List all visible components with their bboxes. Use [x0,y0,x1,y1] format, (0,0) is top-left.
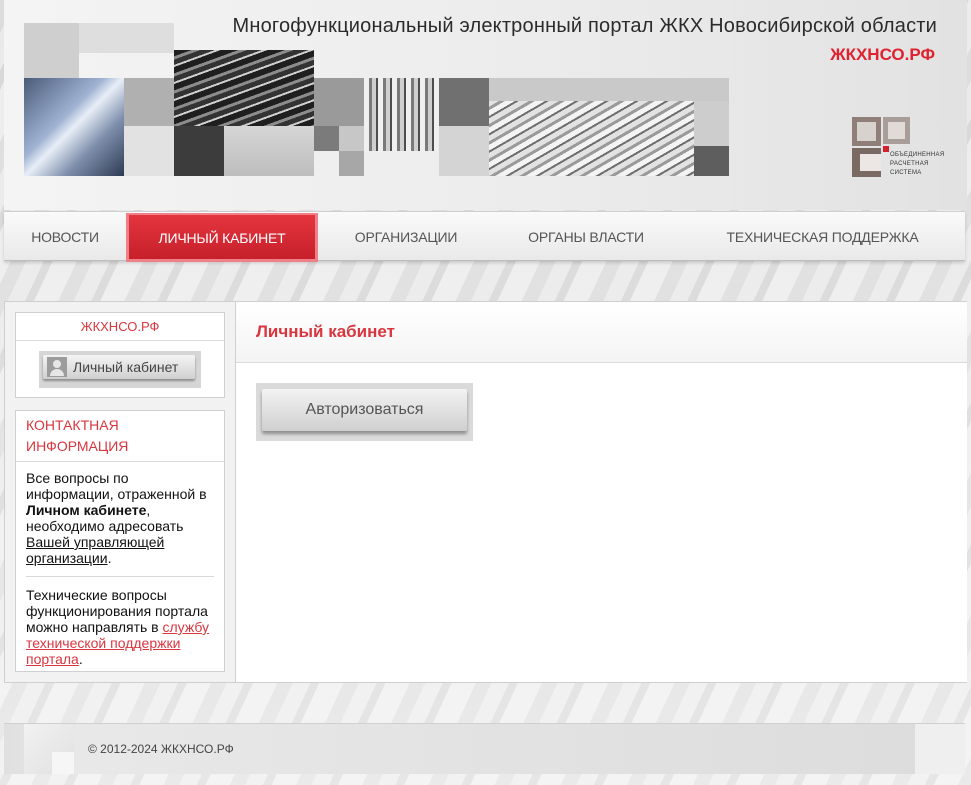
cabinet-panel-title: ЖКХНСО.РФ [16,313,224,341]
logo-line-3: СИСТЕМА [890,170,922,176]
main-nav: Новости Личный кабинет Организации Орган… [4,211,965,262]
contact-paragraph-2: Технические вопросы функционирования пор… [26,587,210,667]
main-container: ЖКХНСО.РФ Личный кабинет Контактная инфо… [4,301,967,683]
site-brand-link[interactable]: ЖКХНСО.РФ [830,45,935,65]
management-company-link[interactable]: Вашей управляющей организации [26,534,164,566]
contact-paragraph-1: Все вопросы по информации, отраженной в … [26,470,207,566]
authorize-button[interactable]: Авторизоваться [262,389,467,431]
nav-item-authorities[interactable]: Органы власти [492,212,680,260]
nav-item-news[interactable]: Новости [4,212,126,260]
copyright: © 2012-2024 ЖКХНСО.РФ [88,742,234,756]
cabinet-panel: ЖКХНСО.РФ Личный кабинет [15,312,225,398]
header-banner-image [24,23,729,176]
divider [26,576,214,577]
user-icon [47,357,67,377]
ors-logo[interactable]: ОБЪЕДИНЕННАЯ РАСЧЕТНАЯ СИСТЕМА [852,117,944,177]
content-area: Личный кабинет Авторизоваться [235,302,967,682]
cabinet-bold-text: Личном кабинете [26,502,147,518]
site-title: Многофункциональный электронный портал Ж… [232,15,937,37]
site-header: Многофункциональный электронный портал Ж… [4,0,967,210]
sidebar: ЖКХНСО.РФ Личный кабинет Контактная инфо… [15,312,225,672]
page-title: Личный кабинет [256,322,395,341]
logo-line-1: ОБЪЕДИНЕННАЯ [890,152,945,158]
contact-panel-title: Контактная информация [16,411,224,462]
nav-item-support[interactable]: Техническая поддержка [680,212,965,260]
cabinet-button-label: Личный кабинет [73,359,179,375]
site-footer: © 2012-2024 ЖКХНСО.РФ [4,723,965,774]
contact-panel: Контактная информация Все вопросы по инф… [15,410,225,672]
cabinet-button[interactable]: Личный кабинет [43,355,195,379]
logo-line-2: РАСЧЕТНАЯ [890,161,929,167]
nav-item-organizations[interactable]: Организации [320,212,492,260]
nav-item-cabinet[interactable]: Личный кабинет [126,213,318,262]
